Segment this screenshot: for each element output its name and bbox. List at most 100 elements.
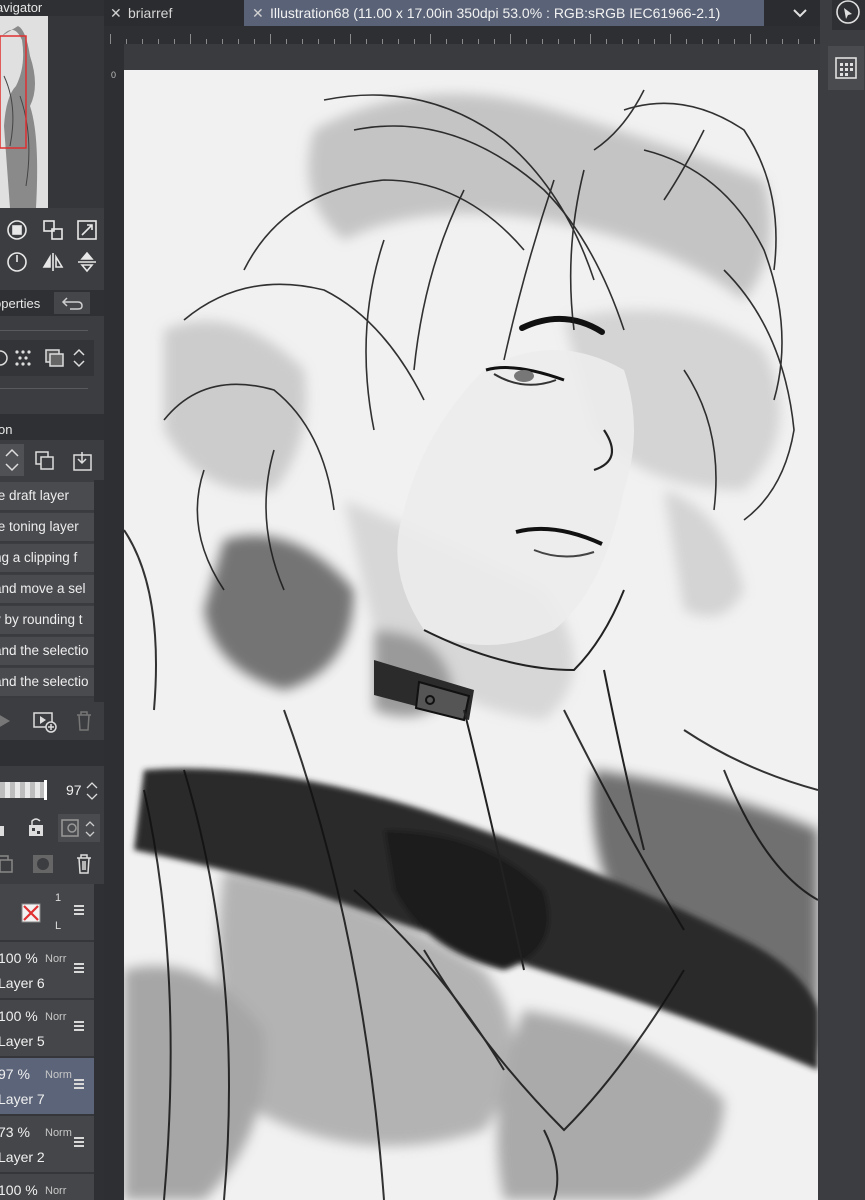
lock-icon[interactable] (0, 818, 6, 838)
action-scrollbar[interactable] (94, 480, 104, 702)
auto-action-toolbar (0, 440, 104, 480)
ruler-tick (110, 34, 111, 44)
flip-horizontal-icon[interactable] (38, 248, 68, 276)
lock-transparent-icon[interactable] (26, 816, 48, 838)
ruler-tick (430, 34, 431, 44)
layer-opacity: 100 % (0, 950, 38, 966)
drag-handle-icon[interactable] (74, 1137, 84, 1147)
layer-top-label: 1 (55, 892, 62, 904)
drawing-canvas[interactable] (124, 70, 818, 1200)
trash-icon[interactable] (74, 710, 94, 732)
layer-row-top[interactable]: 1 L (0, 884, 94, 942)
close-icon[interactable]: ✕ (110, 0, 124, 26)
layer-name: Layer 5 (0, 1033, 45, 1049)
action-item[interactable]: ng a clipping f (0, 544, 94, 574)
circle-icon[interactable] (0, 348, 10, 368)
layer-blend-mode: Norm (45, 1127, 72, 1139)
hidden-layer-icon[interactable] (20, 902, 44, 926)
stop-rotation-icon[interactable] (2, 216, 32, 244)
right-panel-strip (820, 0, 865, 1200)
opacity-slider[interactable] (0, 780, 47, 800)
fit-to-window-icon[interactable] (72, 216, 102, 244)
reference-icon (61, 819, 95, 837)
play-icon[interactable] (0, 712, 12, 730)
tab-briarref[interactable]: ✕ briarref (110, 0, 240, 26)
action-item[interactable]: te toning layer (0, 513, 94, 543)
material-grid-icon (835, 57, 857, 79)
close-icon[interactable]: ✕ (252, 0, 266, 26)
action-item[interactable]: and move a sel (0, 575, 94, 605)
flip-vertical-icon[interactable] (72, 248, 102, 276)
tab-label: Illustration68 (11.00 x 17.00in 350dpi 5… (270, 5, 721, 21)
layer-top-sublabel: L (55, 920, 62, 932)
fit-to-screen-icon[interactable] (38, 216, 68, 244)
layer-row[interactable]: 100 % Norr Layer 5 (0, 1000, 94, 1058)
action-item[interactable]: and the selectio (0, 668, 94, 698)
drag-handle-icon[interactable] (74, 1079, 84, 1089)
drag-handle-icon[interactable] (74, 1021, 84, 1031)
divider (0, 388, 88, 389)
navigator-preview[interactable] (0, 16, 48, 208)
layer-mask-icon[interactable] (32, 854, 54, 874)
layer-name: Layer 7 (0, 1091, 45, 1107)
layer-opacity-row: 97 (0, 772, 104, 808)
auto-action-header: on (0, 414, 104, 440)
duplicate-set-icon[interactable] (34, 450, 56, 472)
right-tool-button[interactable] (832, 0, 865, 30)
action-item[interactable]: te draft layer (0, 482, 94, 512)
layer-row[interactable]: 100 % Norr (0, 1174, 94, 1200)
action-item[interactable]: y by rounding t (0, 606, 94, 636)
opacity-slider-handle[interactable] (44, 780, 47, 800)
layer-blend-mode: Norr (45, 1011, 67, 1023)
auto-action-title[interactable]: on (0, 422, 12, 437)
layer-scrollbar[interactable] (94, 884, 104, 1200)
ruler-tick (270, 34, 271, 44)
action-set-spinner[interactable] (0, 444, 24, 476)
layer-actions-row (0, 846, 104, 882)
spinner-icon[interactable] (72, 346, 86, 370)
layer-row[interactable]: 73 % Norm Layer 2 (0, 1116, 94, 1174)
layer-opacity: 100 % (0, 1008, 38, 1024)
ruler-tick (590, 34, 591, 44)
navigator-title: avigator (0, 0, 43, 15)
ruler-tick (510, 34, 511, 44)
drag-handle-icon[interactable] (74, 963, 84, 973)
navigator-header: avigator (0, 0, 104, 16)
import-icon[interactable] (72, 450, 94, 472)
spinner-icon[interactable] (86, 780, 98, 802)
navigator-bg (48, 16, 104, 208)
action-item[interactable]: and the selectio (0, 637, 94, 667)
ruler-vertical[interactable]: 0 (104, 44, 124, 1200)
record-action-icon[interactable] (32, 710, 58, 734)
dither-pattern-icon[interactable] (14, 349, 32, 367)
layer-panel-header (0, 740, 104, 766)
divider (0, 330, 88, 331)
ruler-horizontal[interactable] (104, 26, 820, 44)
undo-tab[interactable] (54, 292, 90, 314)
ruler-tick (670, 34, 671, 44)
layer-row-selected[interactable]: 97 % Norm Layer 7 (0, 1058, 94, 1116)
right-panel-button[interactable] (828, 46, 864, 90)
navigator-tools (0, 214, 104, 278)
layer-blend-mode: Norr (45, 1185, 67, 1197)
layer-copy-icon[interactable] (44, 348, 66, 368)
ruler-tick (190, 34, 191, 44)
undo-icon (61, 297, 83, 310)
new-layer-icon[interactable] (0, 854, 14, 874)
ruler-tick (350, 34, 351, 44)
cursor-circle-icon (836, 0, 860, 24)
left-panel: avigator operties (0, 0, 104, 1200)
illustration-artwork (124, 89, 818, 1200)
layer-opacity: 97 % (0, 1066, 30, 1082)
rotate-reset-icon[interactable] (2, 248, 32, 276)
opacity-value[interactable]: 97 (66, 782, 82, 798)
layer-row[interactable]: 100 % Norr Layer 6 (0, 942, 94, 1000)
tab-illustration68[interactable]: ✕ Illustration68 (11.00 x 17.00in 350dpi … (244, 0, 764, 26)
tab-label: briarref (128, 5, 173, 21)
drag-handle-icon[interactable] (74, 905, 84, 915)
reference-layer-toggle[interactable] (58, 814, 100, 842)
properties-title[interactable]: operties (0, 296, 40, 311)
chevron-down-icon[interactable] (786, 4, 814, 22)
delete-layer-icon[interactable] (74, 853, 94, 875)
layer-blend-mode: Norr (45, 953, 67, 965)
